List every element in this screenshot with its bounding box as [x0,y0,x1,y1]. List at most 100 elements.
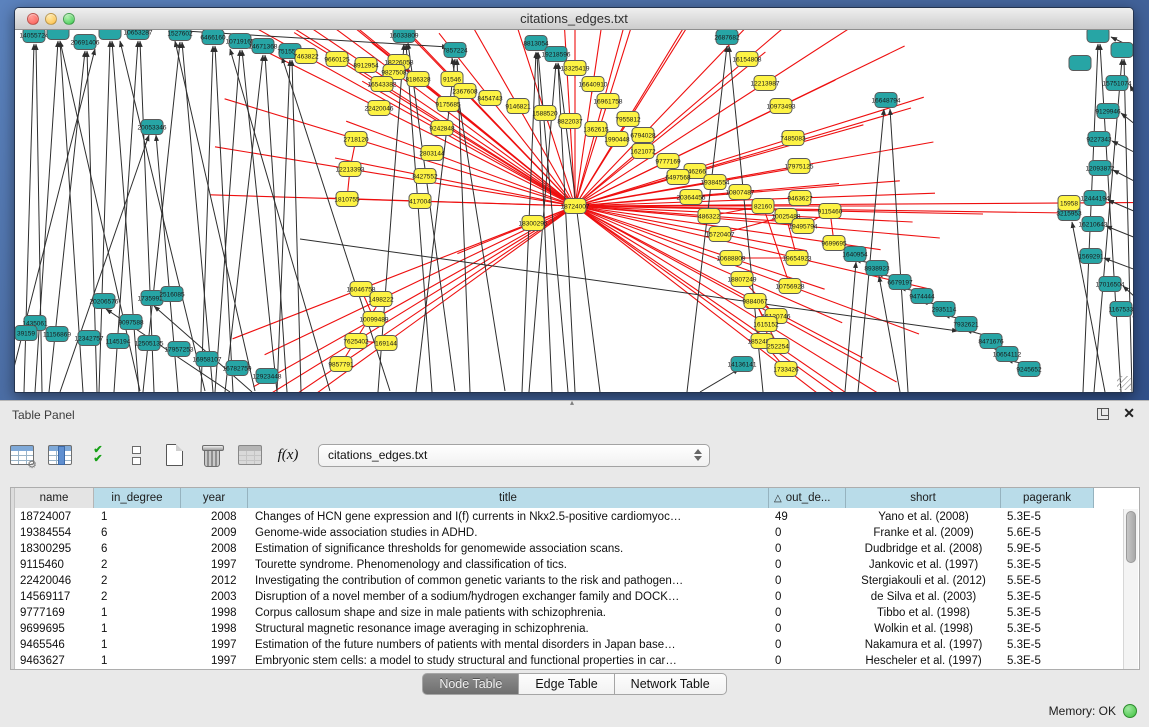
graph-node[interactable]: 9227343 [1086,132,1112,147]
graph-node[interactable]: 20364456 [677,190,706,205]
graph-node[interactable]: 417004 [409,194,431,209]
graph-node[interactable]: 12923448 [253,369,282,384]
graph-node[interactable]: 16543382 [368,77,397,92]
graph-node[interactable]: 16961758 [594,94,623,109]
graph-node[interactable]: 9242848 [429,121,455,136]
table-row[interactable]: 1938455462009Genome-wide association stu… [15,525,1094,541]
graph-node[interactable]: 15720407 [706,227,735,242]
graph-node[interactable]: 18300295 [519,216,548,231]
graph-node[interactable]: 20691406 [71,35,100,50]
float-panel-icon[interactable] [1097,408,1109,420]
graph-node[interactable]: 8822037 [557,114,583,129]
table-row[interactable]: 911546021997Tourette syndrome. Phenomeno… [15,557,1094,573]
window-titlebar[interactable]: citations_edges.txt [15,8,1133,30]
graph-node[interactable]: 1588520 [532,106,558,121]
graph-node[interactable]: 16640910 [579,77,608,92]
column-header-short[interactable]: short [846,488,1001,508]
graph-node[interactable]: 16782759 [223,361,252,376]
graph-node[interactable]: 16958107 [193,352,222,367]
graph-node[interactable]: 7463822 [293,49,319,64]
graph-node[interactable] [47,30,69,40]
graph-node[interactable]: 9660125 [324,52,350,67]
graph-node[interactable]: 9115460 [818,204,843,219]
graph-node[interactable]: 12213987 [751,76,780,91]
graph-node[interactable]: 12505135 [135,336,164,351]
graph-node[interactable]: 7625402 [343,334,369,349]
graph-node[interactable]: 9699695 [821,236,847,251]
new-document-icon[interactable] [158,439,190,471]
column-header-title[interactable]: title [248,488,769,508]
graph-node[interactable]: 14136141 [728,357,757,372]
graph-node[interactable]: 10099489 [360,312,389,327]
table-row[interactable]: 946554611997Estimation of the future num… [15,637,1094,653]
graph-node[interactable]: 252254 [767,339,789,354]
table-mode-icon[interactable]: ⚙ [6,439,38,471]
graph-node[interactable]: 8454743 [477,91,503,106]
graph-node[interactable]: 1498222 [368,292,394,307]
select-all-icon[interactable]: ✔✔ [82,439,114,471]
graph-node[interactable]: 20206576 [90,294,119,309]
graph-node[interactable]: 16210643 [1079,217,1108,232]
column-header-pagerank[interactable]: pagerank [1001,488,1094,508]
table-selector-dropdown[interactable]: citations_edges.txt [318,444,710,467]
graph-node[interactable]: 20053346 [138,120,167,135]
vertical-scrollbar[interactable] [1123,509,1138,669]
graph-node[interactable]: 17016504 [1096,277,1125,292]
graph-node[interactable]: 8912954 [353,58,379,73]
graph-node[interactable]: 15958 [1058,196,1080,211]
unselect-all-icon[interactable] [120,439,152,471]
graph-node[interactable]: 7485083 [780,131,806,146]
graph-node[interactable]: 10973493 [767,99,796,114]
graph-node[interactable]: 2718120 [343,132,369,147]
graph-node[interactable]: 169144 [375,336,397,351]
graph-node[interactable]: 1990448 [604,132,630,147]
graph-node[interactable]: 9129946 [1095,104,1121,119]
graph-node[interactable]: 12093872 [1086,161,1115,176]
table-row[interactable]: 977716911998Corpus callosum shape and si… [15,605,1094,621]
graph-node[interactable]: 17957253 [165,342,194,357]
table-row[interactable]: 1830029562008Estimation of significance … [15,541,1094,557]
table-row[interactable]: 1872400712008Changes of HCN gene express… [15,509,1094,525]
show-columns-icon[interactable] [44,439,76,471]
graph-node[interactable]: 8938923 [864,261,890,276]
graph-node[interactable]: 22420046 [365,101,394,116]
graph-node[interactable]: 9175685 [435,97,461,112]
graph-node[interactable]: 9777169 [655,154,681,169]
graph-node[interactable]: 19495794 [789,219,818,234]
graph-node[interactable]: 6466160 [200,30,226,45]
graph-node[interactable]: 11156869 [43,327,71,342]
graph-node[interactable]: 16648794 [872,93,901,108]
graph-node[interactable]: 10653287 [124,30,153,40]
graph-node[interactable]: 1167533 [1109,302,1133,317]
function-builder-icon[interactable]: f(x) [272,439,304,471]
graph-node[interactable]: 6794028 [630,128,656,143]
table-row[interactable]: 969969511998Structural magnetic resonanc… [15,621,1094,637]
graph-node[interactable]: 18807249 [728,272,757,287]
graph-node[interactable]: 7932621 [953,317,979,332]
zoom-window-icon[interactable] [63,13,75,25]
graph-node[interactable]: 1362615 [583,122,609,137]
tab-edge-table[interactable]: Edge Table [519,673,614,695]
close-panel-icon[interactable]: ✕ [1123,405,1135,422]
graph-node[interactable]: 1569291 [1078,249,1104,264]
graph-node[interactable]: 9463627 [787,191,813,206]
graph-node[interactable]: 6679197 [887,275,913,290]
graph-node[interactable]: 7955812 [615,112,641,127]
graph-node[interactable]: 1621072 [630,144,656,159]
column-header-in_degree[interactable]: in_degree [94,488,181,508]
graph-node[interactable]: 9884067 [742,294,768,309]
splitter-handle-icon[interactable]: ▴ [570,398,574,407]
graph-node[interactable]: 1145194 [106,334,131,349]
graph-node[interactable]: 10807487 [726,185,755,200]
graph-node[interactable]: 82160 [752,199,774,214]
graph-node[interactable]: 8427552 [412,169,438,184]
graph-node[interactable] [99,30,121,40]
graph-node[interactable] [1087,30,1109,43]
scrollbar-thumb[interactable] [1126,511,1136,563]
graph-node[interactable]: 1733426 [773,362,799,377]
graph-node[interactable]: 486322 [698,209,720,224]
graph-node[interactable]: 1810755 [334,192,360,207]
graph-node[interactable]: 10654112 [993,347,1022,362]
import-table-icon[interactable] [234,439,266,471]
tab-node-table[interactable]: Node Table [422,673,519,695]
